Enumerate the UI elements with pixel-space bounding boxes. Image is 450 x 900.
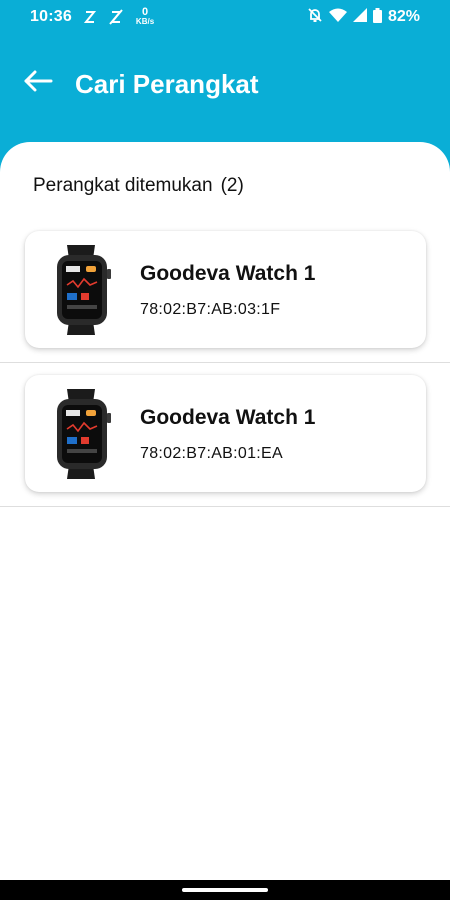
device-card[interactable]: Goodeva Watch 1 78:02:B7:AB:01:EA (25, 375, 426, 492)
smartwatch-image (57, 245, 111, 335)
found-devices-label: Perangkat ditemukan (33, 175, 213, 196)
device-mac-address: 78:02:B7:AB:01:EA (140, 445, 283, 462)
sync-icon (82, 8, 98, 26)
device-row: Goodeva Watch 1 78:02:B7:AB:03:1F (0, 219, 450, 363)
device-row: Goodeva Watch 1 78:02:B7:AB:01:EA (0, 363, 450, 507)
back-button[interactable] (20, 66, 56, 96)
screen: 10:36 0 KB/s 82% Cari Perangkat Perangka… (0, 0, 450, 900)
navigation-bar (0, 880, 450, 900)
content-sheet: Perangkat ditemukan (2) Goodeva Watch 1 … (0, 142, 450, 882)
status-bar: 10:36 0 KB/s 82% (0, 0, 450, 34)
status-time: 10:36 (30, 7, 72, 25)
page-title: Cari Perangkat (75, 69, 259, 99)
network-speed-unit: KB/s (135, 17, 155, 26)
home-gesture-handle[interactable] (182, 888, 268, 892)
status-right: 82% (307, 7, 420, 27)
battery-icon (372, 7, 382, 27)
status-left: 10:36 0 KB/s (30, 7, 154, 26)
cell-signal-icon (352, 8, 367, 26)
no-sync-icon (108, 8, 124, 26)
smartwatch-image (57, 389, 111, 479)
network-speed: 0 KB/s (136, 7, 154, 26)
device-name: Goodeva Watch 1 (140, 262, 316, 285)
app-bar: Cari Perangkat (0, 52, 450, 112)
found-devices-heading: Perangkat ditemukan (2) (33, 175, 244, 197)
arrow-left-icon (24, 70, 53, 92)
device-card[interactable]: Goodeva Watch 1 78:02:B7:AB:03:1F (25, 231, 426, 348)
wifi-icon (328, 8, 347, 26)
battery-percentage: 82% (387, 8, 420, 25)
device-name: Goodeva Watch 1 (140, 406, 316, 429)
device-mac-address: 78:02:B7:AB:03:1F (140, 301, 281, 318)
found-devices-count: (2) (220, 175, 244, 196)
notifications-off-icon (307, 7, 323, 27)
